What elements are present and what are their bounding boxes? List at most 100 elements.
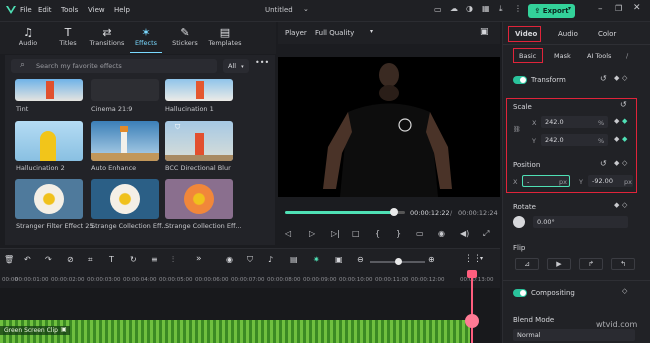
filter-dropdown[interactable]: All ▾ [223,59,249,73]
zoom-slider-knob[interactable] [395,258,402,265]
keyframe-icon[interactable]: ◇ [622,74,627,82]
tab-stickers[interactable]: ✎ Stickers [165,26,205,47]
tab-titles[interactable]: T Titles [48,26,88,47]
video-clip[interactable] [0,320,470,343]
effect-thumb-stranger-filter-25[interactable] [15,179,83,219]
snapshot-icon[interactable]: ▣ [480,27,489,37]
tab-color[interactable]: Color [598,30,616,38]
rotate-right-button[interactable]: ↱ [579,258,603,270]
menu-edit[interactable]: Edit [38,6,52,14]
fullscreen-icon[interactable]: ⤢ [483,229,489,239]
diamond-icon[interactable]: ◆ [614,201,619,209]
subtab-basic[interactable]: Basic [519,52,536,60]
playhead-marker[interactable] [465,314,479,328]
monitor-icon[interactable]: ▭ [416,229,424,238]
text-icon[interactable]: T [109,255,114,264]
menu-tools[interactable]: Tools [61,6,78,14]
delete-icon[interactable]: 🗑︎ [4,255,14,264]
monitor-icon[interactable]: ▭ [434,5,442,14]
effect-thumb-bcc-directional-blur[interactable]: ⛉ [165,121,233,161]
ai-icon[interactable]: ✷ [313,255,320,264]
title-dropdown-icon[interactable]: ⌄ [303,5,309,13]
keyframe-icon[interactable]: ◇ [622,287,627,295]
maximize-icon[interactable]: ❐ [615,4,622,13]
keyframe-icon[interactable]: ◇ [622,201,627,209]
record-icon[interactable]: ◉ [226,255,233,264]
split-icon[interactable]: ⊘ [67,255,74,264]
menu-view[interactable]: View [88,6,105,14]
keyframe-icon[interactable]: ◆ [622,117,627,125]
rotate-icon[interactable]: ↻ [130,255,137,264]
close-icon[interactable]: ✕ [633,3,641,13]
zoom-out-icon[interactable]: ⊖ [357,255,364,264]
export-dropdown-icon[interactable]: ▾ [568,5,571,12]
rotate-left-button[interactable]: ↰ [611,258,635,270]
playhead[interactable] [471,270,473,343]
download-icon[interactable]: ⤓ [499,4,503,14]
more-options-icon[interactable]: ••• [255,58,269,67]
effect-thumb-strange-collection-1[interactable] [91,179,159,219]
sliders-icon[interactable]: ⫶ [172,255,174,265]
keyframe-icon[interactable]: ◆ [622,135,627,143]
playback-progress[interactable] [285,211,395,214]
timeline-ruler[interactable]: 00:00 00:00:01:00 00:00:02:00 00:00:03:0… [0,270,500,288]
diamond-icon[interactable]: ◆ [614,74,619,82]
menu-file[interactable]: File [20,6,32,14]
shield-icon[interactable]: ⛉ [247,255,253,265]
undo-icon[interactable]: ↶ [24,255,31,264]
flip-horizontal-button[interactable]: ⊿ [515,258,539,270]
quality-dropdown[interactable]: Full Quality [315,29,354,37]
minimize-icon[interactable]: – [598,4,603,14]
chevron-down-icon[interactable]: ▾ [480,255,483,262]
effect-thumb-strange-collection-2[interactable] [165,179,233,219]
mark-in-icon[interactable]: ◁ [285,229,291,238]
tab-audio[interactable]: ♫ Audio [8,26,48,47]
rotate-input[interactable]: 0.00° [533,216,628,228]
volume-icon[interactable]: ◀) [460,229,469,238]
crop-icon[interactable]: ⌗ [88,255,93,265]
play-icon[interactable]: ▷ [309,229,315,238]
blend-mode-select[interactable]: Normal [513,329,635,341]
effect-thumb-cinema[interactable] [91,79,159,101]
grid-icon[interactable]: ▦ [482,4,490,13]
forward-icon[interactable]: » [196,254,202,264]
search-input[interactable]: ⌕ Search my favorite effects [11,59,217,73]
next-frame-icon[interactable]: ▷| [331,229,340,238]
playback-knob[interactable] [390,208,398,216]
playhead-handle[interactable] [467,270,477,278]
adjust-icon[interactable]: ≡ [151,255,158,264]
effect-thumb-auto-enhance[interactable] [91,121,159,161]
diamond-icon[interactable]: ◆ [614,135,619,143]
effect-thumb-hallucination-2[interactable] [15,121,83,161]
stop-icon[interactable]: □ [352,229,360,238]
reset-icon[interactable]: ↺ [600,74,607,83]
compositing-toggle[interactable] [513,289,527,297]
layers-icon[interactable]: ▤ [290,255,298,264]
bracket-left-icon[interactable]: { [375,229,380,238]
tab-effects[interactable]: ✶ Effects [126,26,166,47]
favorite-icon[interactable]: ⛉ [175,123,180,132]
reset-icon[interactable]: ↺ [620,100,627,109]
tab-transitions[interactable]: ⇄ Transitions [87,26,127,47]
keyframe-icon[interactable]: ◇ [622,159,627,167]
more-icon[interactable]: ⋮ [514,4,522,13]
link-icon[interactable]: ⛓ [513,126,521,133]
redo-icon[interactable]: ↷ [45,255,52,264]
reset-icon[interactable]: ↺ [600,159,607,168]
diamond-icon[interactable]: ◆ [614,117,619,125]
diamond-icon[interactable]: ◆ [614,159,619,167]
zoom-in-icon[interactable]: ⊕ [428,255,435,264]
menu-help[interactable]: Help [114,6,130,14]
effect-thumb-tint[interactable] [15,79,83,101]
mic-icon[interactable]: ♪ [268,255,273,264]
rotate-dial[interactable] [513,216,525,228]
camera-icon[interactable]: ◉ [438,229,445,238]
subtab-mask[interactable]: Mask [554,52,571,60]
bracket-right-icon[interactable]: } [396,229,401,238]
effect-thumb-hallucination-1[interactable] [165,79,233,101]
tab-video[interactable]: Video [515,30,537,38]
cloud-icon[interactable]: ☁ [450,4,458,13]
camera-icon[interactable]: ▣ [335,255,343,264]
headphones-icon[interactable]: ◑ [466,4,473,13]
flip-vertical-button[interactable]: ▶ [547,258,571,270]
